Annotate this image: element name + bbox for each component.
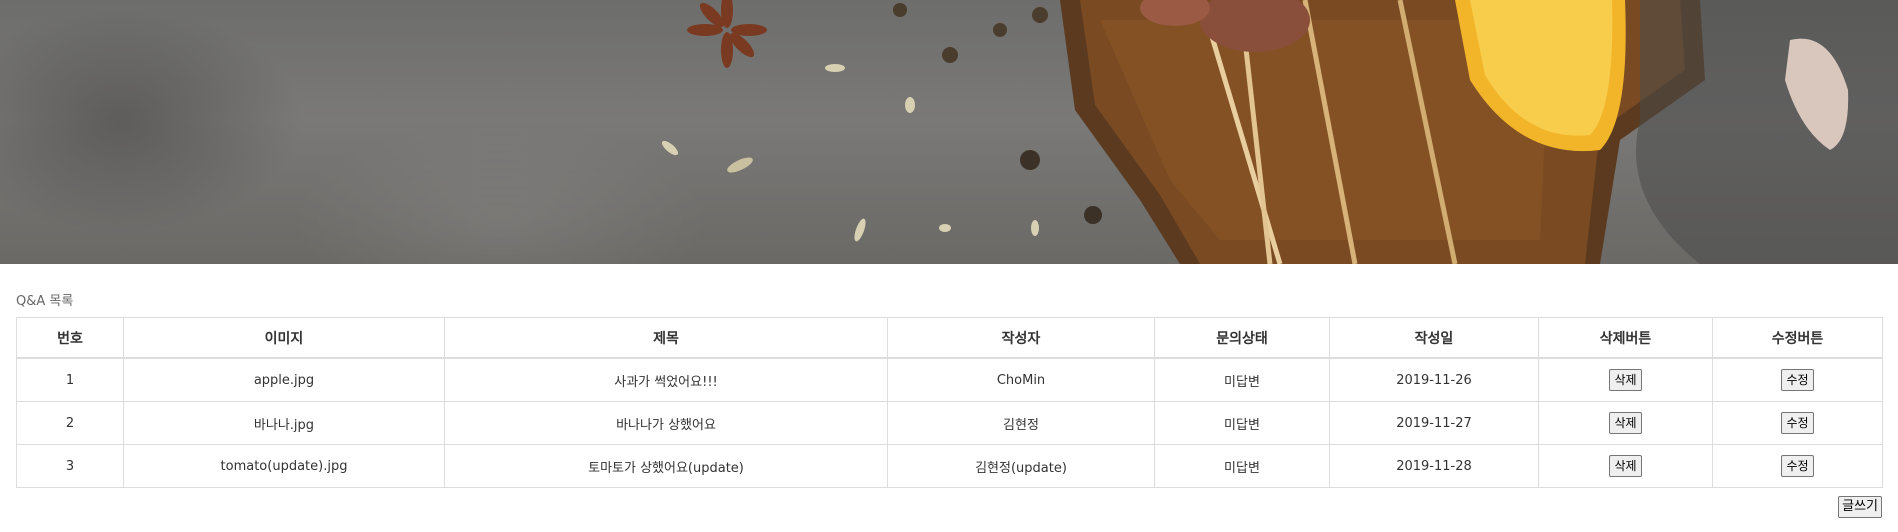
cell-image: apple.jpg bbox=[123, 357, 445, 402]
cell-number: 1 bbox=[16, 357, 124, 402]
cell-status: 미답변 bbox=[1154, 401, 1330, 445]
delete-button[interactable]: 삭제 bbox=[1609, 369, 1642, 391]
edit-button[interactable]: 수정 bbox=[1781, 455, 1814, 477]
cell-delete: 삭제 bbox=[1538, 357, 1713, 402]
qa-table: 번호 이미지 제목 작성자 문의상태 작성일 삭제버튼 수정버튼 1 apple… bbox=[16, 317, 1883, 488]
table-header-row: 번호 이미지 제목 작성자 문의상태 작성일 삭제버튼 수정버튼 bbox=[16, 317, 1883, 359]
cell-edit: 수정 bbox=[1712, 444, 1883, 488]
cell-date: 2019-11-27 bbox=[1329, 401, 1539, 445]
column-header-delete: 삭제버튼 bbox=[1538, 317, 1713, 359]
cell-edit: 수정 bbox=[1712, 401, 1883, 445]
cell-writer: 김현정(update) bbox=[887, 444, 1155, 488]
edit-button[interactable]: 수정 bbox=[1781, 412, 1814, 434]
cell-image: tomato(update).jpg bbox=[123, 444, 445, 488]
cell-date: 2019-11-28 bbox=[1329, 444, 1539, 488]
column-header-number: 번호 bbox=[16, 317, 124, 359]
delete-button[interactable]: 삭제 bbox=[1609, 412, 1642, 434]
cell-subject: 토마토가 상했어요(update) bbox=[444, 444, 888, 488]
column-header-status: 문의상태 bbox=[1154, 317, 1330, 359]
cell-image: 바나나.jpg bbox=[123, 401, 445, 445]
edit-button[interactable]: 수정 bbox=[1781, 369, 1814, 391]
cell-edit: 수정 bbox=[1712, 357, 1883, 402]
table-row: 1 apple.jpg 사과가 썩었어요!!! ChoMin 미답변 2019-… bbox=[16, 357, 1883, 402]
cell-delete: 삭제 bbox=[1538, 444, 1713, 488]
column-header-date: 작성일 bbox=[1329, 317, 1539, 359]
banner-food-illustration bbox=[661, 0, 1898, 264]
table-row: 2 바나나.jpg 바나나가 상했어요 김현정 미답변 2019-11-27 삭… bbox=[16, 401, 1883, 445]
cell-writer: 김현정 bbox=[887, 401, 1155, 445]
cell-subject: 사과가 썩었어요!!! bbox=[444, 357, 888, 402]
column-header-edit: 수정버튼 bbox=[1712, 317, 1883, 359]
cell-status: 미답변 bbox=[1154, 357, 1330, 402]
cell-number: 3 bbox=[16, 444, 124, 488]
column-header-writer: 작성자 bbox=[887, 317, 1155, 359]
column-header-image: 이미지 bbox=[123, 317, 445, 359]
column-header-subject: 제목 bbox=[444, 317, 888, 359]
cell-delete: 삭제 bbox=[1538, 401, 1713, 445]
cell-number: 2 bbox=[16, 401, 124, 445]
banner-image bbox=[0, 0, 1898, 264]
qa-list-title: Q&A 목록 bbox=[16, 294, 74, 309]
cell-writer: ChoMin bbox=[887, 357, 1155, 402]
delete-button[interactable]: 삭제 bbox=[1609, 455, 1642, 477]
cell-date: 2019-11-26 bbox=[1329, 357, 1539, 402]
table-row: 3 tomato(update).jpg 토마토가 상했어요(update) 김… bbox=[16, 444, 1883, 488]
cell-status: 미답변 bbox=[1154, 444, 1330, 488]
write-post-button[interactable]: 글쓰기 bbox=[1838, 496, 1882, 518]
cell-subject: 바나나가 상했어요 bbox=[444, 401, 888, 445]
